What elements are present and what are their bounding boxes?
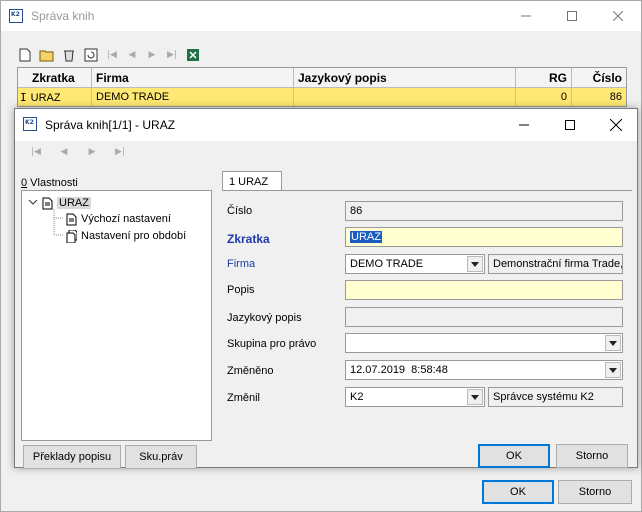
properties-tree: URAZ Výchozí nastavení Nastavení pro obd… <box>21 190 212 441</box>
documents-icon <box>66 229 77 243</box>
dropdown-arrow-icon[interactable] <box>605 362 621 378</box>
minimize-button[interactable] <box>503 1 549 31</box>
maximize-icon <box>565 120 575 130</box>
row-rg: 0 <box>516 88 572 106</box>
tree-item-label: URAZ <box>57 197 91 209</box>
zkratka-input[interactable]: URAZ <box>345 227 623 247</box>
next-record-icon[interactable]: ▶ <box>145 48 159 62</box>
zmeneno-label: Změněno <box>227 365 274 377</box>
tree-item-vychozi-nastaveni[interactable]: Výchozí nastavení <box>66 211 171 227</box>
popis-label: Popis <box>227 284 255 296</box>
storno-button[interactable]: Storno <box>556 444 628 468</box>
sku-prav-button[interactable]: Sku.práv <box>125 445 197 469</box>
skupina-select[interactable] <box>345 333 623 353</box>
dropdown-arrow-icon[interactable] <box>467 256 483 272</box>
back-toolbar: |◀ ◀ ▶ ▶| <box>17 45 201 65</box>
minimize-icon <box>521 15 531 17</box>
next-record-icon[interactable]: ▶ <box>85 145 99 159</box>
firma-label: Firma <box>227 258 256 270</box>
ok-button[interactable]: OK <box>478 444 550 468</box>
back-storno-button[interactable]: Storno <box>558 480 632 504</box>
book-detail-dialog: Správa knih[1/1] - URAZ |◀ ◀ ▶ ▶| 0 Vlas… <box>14 108 638 469</box>
excel-export-icon[interactable] <box>185 47 201 63</box>
jazykovy-popis-label: Jazykový popis <box>227 312 302 324</box>
dialog-titlebar: Správa knih[1/1] - URAZ <box>15 109 637 141</box>
first-record-icon[interactable]: |◀ <box>105 48 119 62</box>
k2-app-icon <box>9 9 23 23</box>
tree-item-nastaveni-pro-obdobi[interactable]: Nastavení pro období <box>66 228 186 244</box>
cislo-field: 86 <box>345 201 623 221</box>
document-icon <box>42 197 53 209</box>
prev-record-icon[interactable]: ◀ <box>57 145 71 159</box>
jazykovy-popis-field[interactable] <box>345 307 623 327</box>
tab-uraz[interactable]: 1 URAZ <box>222 171 282 191</box>
k2-app-icon <box>23 117 37 131</box>
tree-item-label: Nastavení pro období <box>81 230 187 242</box>
prev-record-icon[interactable]: ◀ <box>125 48 139 62</box>
dialog-nav-toolbar: |◀ ◀ ▶ ▶| <box>29 142 127 162</box>
books-grid: Zkratka Firma Jazykový popis RG Číslo IU… <box>17 67 627 107</box>
col-firma[interactable]: Firma <box>92 68 294 87</box>
zmenil-label: Změnil <box>227 392 261 404</box>
row-jazykovy-popis <box>294 88 516 106</box>
chevron-down-icon[interactable] <box>28 199 38 207</box>
firma-select[interactable]: DEMO TRADE <box>345 254 485 274</box>
cislo-label: Číslo <box>227 205 253 217</box>
skupina-label: Skupina pro právo <box>227 338 317 350</box>
tab-divider <box>222 190 632 191</box>
close-icon <box>613 11 623 21</box>
back-ok-button[interactable]: OK <box>482 480 554 504</box>
new-document-icon[interactable] <box>17 47 33 63</box>
tree-lines <box>53 209 64 236</box>
last-record-icon[interactable]: ▶| <box>113 145 127 159</box>
popis-input[interactable] <box>345 280 623 300</box>
row-marker: I <box>20 91 27 104</box>
col-rg[interactable]: RG <box>516 68 572 87</box>
dialog-title: Správa knih[1/1] - URAZ <box>45 118 176 132</box>
table-row[interactable]: I URAZ DEMO TRADE 0 86 <box>18 88 626 106</box>
dialog-close-button[interactable] <box>593 109 639 141</box>
first-record-icon[interactable]: |◀ <box>29 145 43 159</box>
preklady-popisu-button[interactable]: Překlady popisu <box>23 445 121 469</box>
close-button[interactable] <box>595 1 641 31</box>
delete-icon[interactable] <box>61 47 77 63</box>
vlastnosti-label: 0 Vlastnosti <box>21 177 78 189</box>
firma-description: Demonstrační firma Trade, <box>488 254 623 274</box>
zmenil-select[interactable]: K2 <box>345 387 485 407</box>
col-cislo[interactable]: Číslo <box>572 68 626 87</box>
back-titlebar: Správa knih <box>1 1 641 31</box>
open-folder-icon[interactable] <box>39 47 55 63</box>
minimize-icon <box>519 124 529 126</box>
row-cislo: 86 <box>609 91 622 103</box>
col-zkratka[interactable]: Zkratka <box>18 68 92 87</box>
dialog-minimize-button[interactable] <box>501 109 547 141</box>
maximize-icon <box>567 11 577 21</box>
dropdown-arrow-icon[interactable] <box>467 389 483 405</box>
tree-item-label: Výchozí nastavení <box>81 213 171 225</box>
row-zkratka: I URAZ <box>18 88 92 106</box>
zkratka-label: Zkratka <box>227 232 270 246</box>
close-icon <box>610 119 622 131</box>
maximize-button[interactable] <box>549 1 595 31</box>
refresh-icon[interactable] <box>83 47 99 63</box>
dropdown-arrow-icon[interactable] <box>605 335 621 351</box>
last-record-icon[interactable]: ▶| <box>165 48 179 62</box>
dialog-maximize-button[interactable] <box>547 109 593 141</box>
document-icon <box>66 213 77 225</box>
grid-header: Zkratka Firma Jazykový popis RG Číslo <box>18 68 626 88</box>
back-window-title: Správa knih <box>31 9 95 23</box>
zmenil-description: Správce systému K2 <box>488 387 623 407</box>
zmeneno-field[interactable]: 12.07.2019 8:58:48 <box>345 360 623 380</box>
col-jazykovy-popis[interactable]: Jazykový popis <box>294 68 516 87</box>
row-firma: DEMO TRADE <box>92 88 294 106</box>
